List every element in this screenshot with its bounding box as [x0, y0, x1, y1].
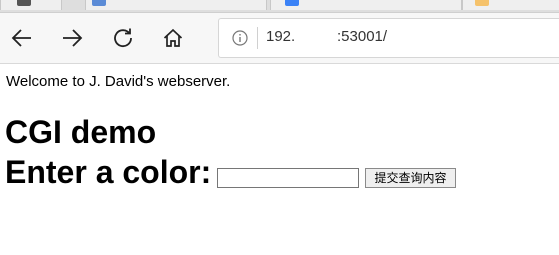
tab-favicon-icon — [285, 0, 299, 6]
home-button[interactable] — [157, 22, 189, 54]
page-title: CGI demo — [5, 114, 157, 150]
browser-tab[interactable] — [270, 0, 462, 10]
back-button[interactable] — [6, 22, 38, 54]
tab-favicon-icon — [475, 0, 489, 6]
browser-tab[interactable] — [462, 0, 559, 10]
color-label: Enter a color: — [5, 154, 212, 190]
submit-button[interactable]: 提交查询内容 — [365, 168, 456, 188]
forward-arrow-icon — [63, 29, 83, 47]
browser-tab[interactable] — [0, 0, 62, 10]
refresh-button[interactable] — [107, 22, 139, 54]
back-arrow-icon — [11, 29, 31, 47]
url-port: :53001/ — [337, 28, 388, 45]
forward-button[interactable] — [56, 22, 88, 54]
address-divider — [257, 27, 258, 49]
tab-strip — [0, 0, 559, 13]
home-icon — [163, 28, 183, 47]
address-bar[interactable]: 192. :53001/ — [218, 18, 559, 58]
page-content: Welcome to J. David's webserver. CGI dem… — [0, 64, 559, 255]
welcome-text: Welcome to J. David's webserver. — [6, 73, 231, 90]
tab-favicon-icon — [17, 0, 31, 6]
url-host: 192. — [266, 28, 296, 45]
browser-toolbar: 192. :53001/ — [0, 13, 559, 64]
refresh-icon — [114, 28, 132, 48]
site-info-icon[interactable] — [232, 30, 248, 46]
tab-favicon-icon — [92, 0, 106, 6]
color-input[interactable] — [217, 168, 359, 188]
browser-tab[interactable] — [85, 0, 267, 10]
